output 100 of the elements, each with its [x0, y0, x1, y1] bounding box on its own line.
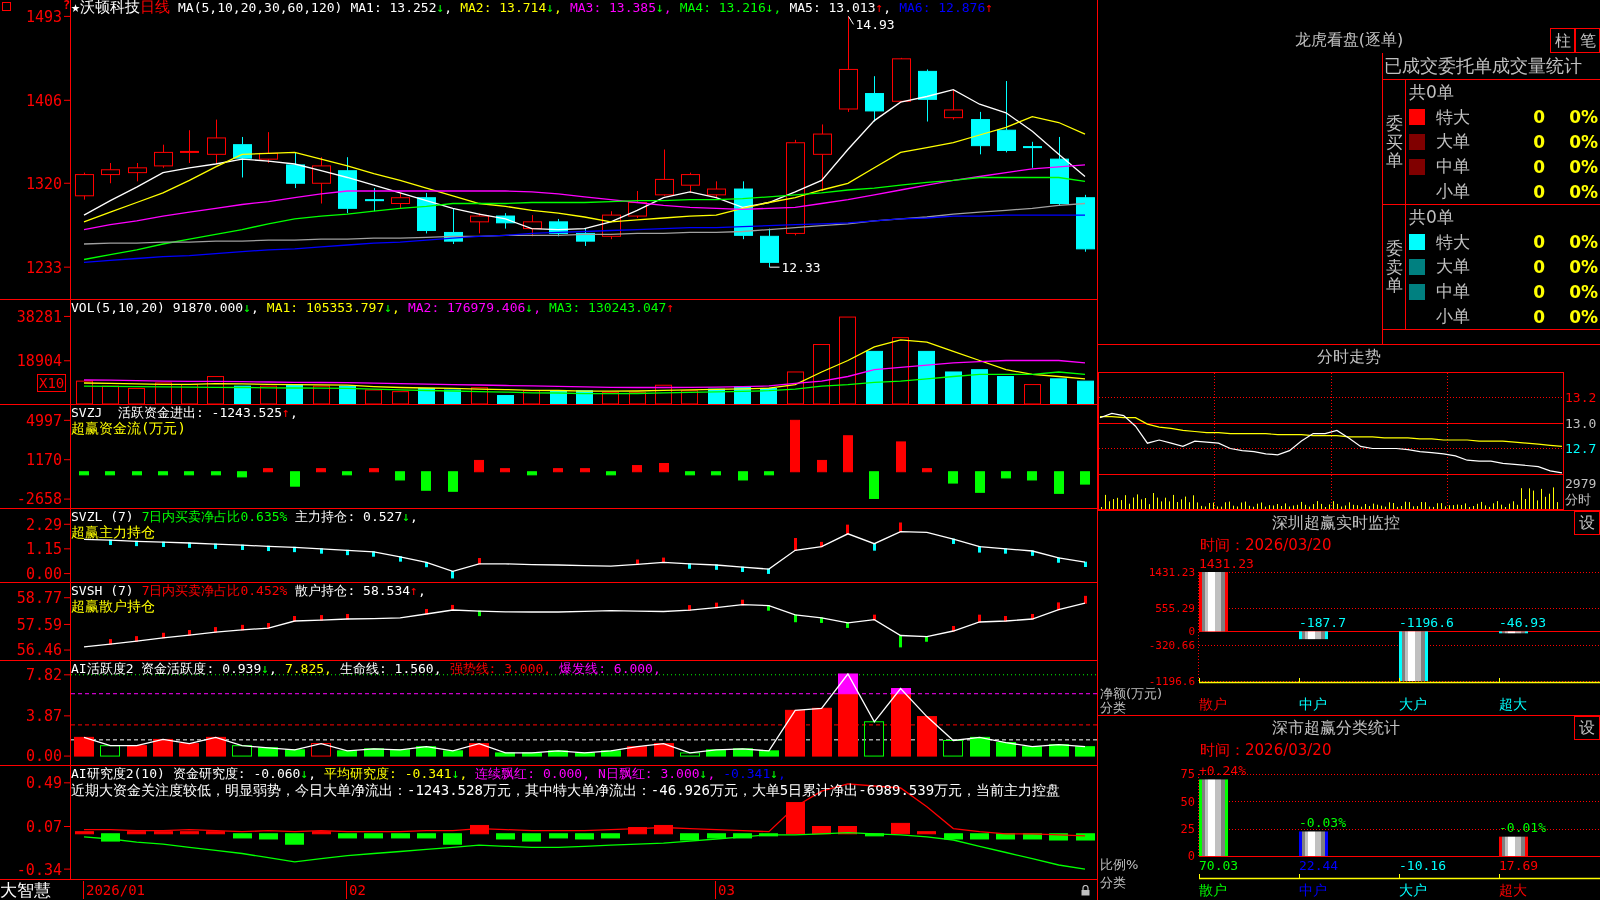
candle	[681, 172, 700, 194]
axis-label: 25	[1180, 822, 1195, 836]
change-tick	[425, 561, 428, 568]
chart-mode-button[interactable]: 笔	[1575, 28, 1600, 53]
fund-flow-bar	[738, 471, 748, 481]
indicator-title: 超赢主力持仓	[71, 524, 155, 540]
category-label: 超大	[1499, 882, 1527, 899]
indicator-bar	[733, 833, 752, 839]
change-tick	[346, 614, 349, 620]
indicator-bar	[680, 752, 700, 757]
change-tick	[241, 624, 244, 631]
order-percent: 0%	[1569, 257, 1598, 277]
indicator-bar	[390, 749, 410, 757]
change-tick	[451, 570, 454, 579]
axis-label: 0.07	[25, 817, 62, 836]
axis-label: 1493	[25, 7, 62, 26]
fund-flow-bar	[474, 459, 484, 473]
change-tick	[688, 563, 691, 569]
candle	[576, 228, 595, 247]
change-tick	[741, 566, 744, 572]
fund-flow-bar	[527, 471, 537, 476]
panel-title: 龙虎看盘(逐单)	[1294, 30, 1404, 49]
change-tick	[1031, 614, 1034, 620]
axis-label: 57.59	[16, 615, 62, 634]
axis-label: 58.77	[16, 589, 62, 608]
indicator-bar	[970, 736, 990, 757]
fund-flow-bar	[843, 435, 853, 473]
candle	[707, 180, 726, 199]
chart-mode-button[interactable]: 柱	[1550, 28, 1575, 53]
legend-item: MA3: 13.385↓,	[569, 0, 672, 15]
change-tick	[662, 557, 665, 563]
candle	[1023, 141, 1042, 169]
indicator-bar	[759, 833, 778, 837]
indicator-bar	[101, 833, 120, 842]
fund-flow-bar	[211, 471, 221, 476]
indicator-bar	[996, 742, 1016, 757]
indicator-bar	[548, 750, 568, 757]
indicator-bar	[364, 833, 383, 839]
help-mark[interactable]: ?	[63, 0, 71, 11]
candle	[128, 162, 147, 182]
fund-flow-bar	[632, 465, 642, 473]
legend-item: MA4: 13.216↓,	[679, 0, 782, 15]
candle	[338, 156, 357, 214]
volume-bar	[497, 395, 514, 404]
table-title: 已成交委托单成交量统计	[1384, 54, 1582, 78]
order-count: 0	[1533, 132, 1546, 152]
axis-label: 1170	[25, 451, 62, 470]
change-tick	[952, 538, 955, 544]
fund-flow-bar	[1001, 471, 1011, 479]
legend-item: MA1: 105353.797↓,	[266, 300, 400, 315]
legend-item: SVZJ 活跃资金进出: -1243.525↑,	[71, 405, 298, 420]
order-size-label: 中单	[1436, 280, 1470, 304]
change-tick	[820, 541, 823, 548]
indicator-bar	[312, 831, 331, 835]
settings-button[interactable]: 设	[1574, 716, 1600, 740]
change-tick	[241, 544, 244, 550]
fund-flow-bar	[448, 471, 458, 492]
change-tick	[741, 599, 744, 606]
axis-label: 1233	[25, 258, 62, 277]
change-label: -0.03%	[1299, 815, 1346, 831]
stock-name: ★沃顿科技	[71, 0, 141, 15]
indicator-bar	[996, 833, 1015, 840]
axis-title: 分类	[1100, 701, 1126, 715]
legend-item: MA2: 176979.406↓,	[407, 300, 541, 315]
indicator-bar	[654, 824, 673, 835]
candle	[1050, 136, 1069, 206]
indicator-bar	[733, 748, 753, 757]
fund-flow-bar	[922, 468, 932, 473]
change-tick	[820, 617, 823, 623]
change-tick	[293, 546, 296, 553]
indicator-bar	[443, 750, 463, 757]
value-label: 22.44	[1299, 857, 1339, 873]
indicator-bar	[627, 746, 647, 757]
indicator-bar	[364, 748, 384, 757]
value-label: 1431.23	[1199, 555, 1254, 571]
volume-bar	[971, 369, 988, 404]
change-tick	[767, 568, 770, 574]
legend-item: MA2: 13.714↓,	[460, 0, 562, 15]
date-label: 2026/01	[83, 881, 145, 899]
legend-item: MA1: 13.252↓,	[350, 0, 453, 15]
change-tick	[1057, 602, 1060, 611]
change-tick	[715, 564, 718, 570]
indicator-bar	[944, 833, 963, 840]
change-label: +0.24%	[1199, 763, 1246, 779]
corner-square-icon	[2, 2, 11, 11]
change-tick	[451, 604, 454, 611]
axis-label: 50	[1180, 794, 1195, 809]
value-label: -187.7	[1299, 615, 1346, 631]
legend-item: 生命线: 1.560,	[339, 661, 442, 676]
indicator-bar	[495, 752, 515, 757]
change-tick	[952, 626, 955, 632]
settings-button[interactable]: 设	[1574, 511, 1600, 535]
fund-flow-bar	[817, 459, 827, 473]
fund-flow-bar	[685, 471, 695, 476]
indicator-bar	[100, 745, 120, 757]
change-tick	[899, 522, 902, 533]
indicator-bar	[575, 752, 595, 757]
indicator-bar	[75, 831, 94, 835]
lock-icon[interactable]	[1081, 885, 1090, 896]
axis-label: -1196.6	[1148, 674, 1195, 688]
